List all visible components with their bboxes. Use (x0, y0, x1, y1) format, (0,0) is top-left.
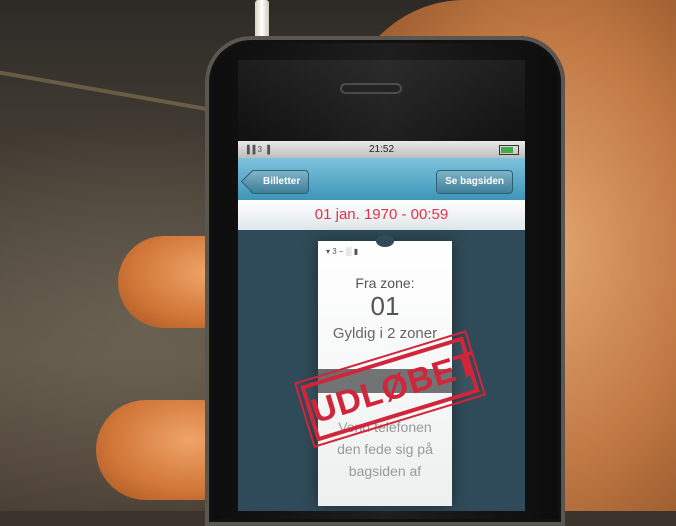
nav-bar: Billetter Se bagsiden (238, 158, 525, 200)
ticket-notch (376, 235, 394, 247)
back-note-line: den fede sig på (337, 441, 433, 457)
ticket-status-bar: ▾ 3 − ░ ▮ (326, 247, 359, 256)
valid-zones-label: Gyldig i 2 zoner (332, 325, 438, 342)
back-button[interactable]: Billetter (250, 170, 310, 194)
zone-number: 01 (370, 291, 400, 321)
see-back-button[interactable]: Se bagsiden (436, 170, 513, 194)
floor-marking (0, 67, 239, 117)
phone-screen: ▐▐ 3 ▐ 21:52 Billetter Se bagsiden 01 ja… (238, 141, 525, 511)
zone-label: Fra zone: (355, 275, 415, 291)
screen-glare (238, 60, 525, 150)
back-note-line: bagsiden af (348, 463, 422, 479)
ticket-date: 01 jan. 1970 - 00:59 (238, 200, 525, 230)
